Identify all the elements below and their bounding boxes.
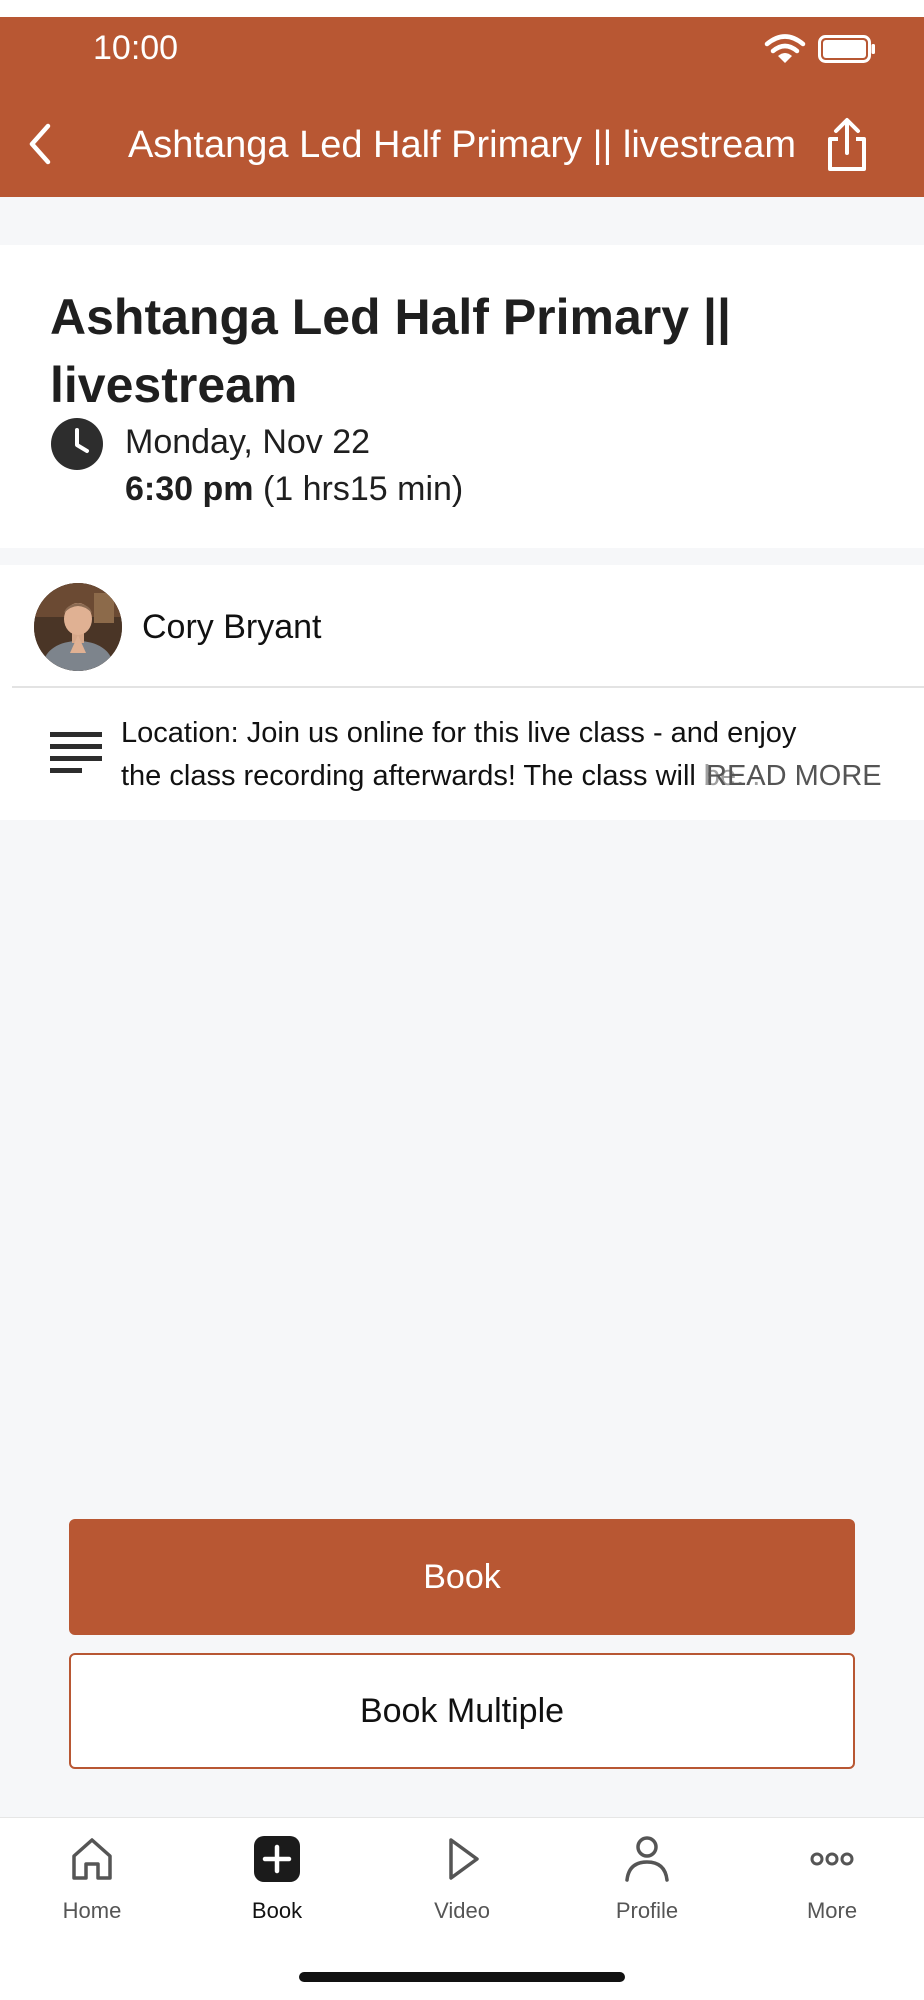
top-strip (0, 0, 924, 17)
text-lines-icon (50, 732, 102, 773)
class-time: 6:30 pm (1 hrs15 min) (125, 470, 463, 509)
clock-icon (51, 418, 103, 470)
instructor-name[interactable]: Cory Bryant (142, 608, 322, 647)
tab-more-label: More (806, 1898, 858, 1923)
home-indicator (299, 1972, 625, 1982)
avatar[interactable] (34, 583, 122, 671)
class-duration: (1 hrs15 min) (262, 470, 464, 508)
plus-square-icon (254, 1836, 300, 1882)
play-icon (449, 1838, 479, 1880)
tab-video-label: Video (434, 1898, 490, 1923)
home-icon (72, 1838, 112, 1880)
read-more-link[interactable]: READ MORE (706, 755, 882, 798)
battery-icon (818, 35, 875, 63)
app-header: 10:00 Ashtanga Led Half Primary || lives… (0, 17, 924, 197)
class-title: Ashtanga Led Half Primary || livestream (50, 289, 731, 413)
class-detail-card: Cory Bryant Location: Join us online for… (0, 565, 924, 820)
tab-home[interactable]: Home (22, 1834, 162, 1944)
status-time: 10:00 (93, 29, 179, 67)
header-title: Ashtanga Led Half Primary || livestream (127, 124, 797, 166)
tab-profile-label: Profile (615, 1898, 679, 1923)
tab-book-label: Book (251, 1898, 303, 1923)
tab-book[interactable]: Book (207, 1834, 347, 1944)
book-multiple-button[interactable]: Book Multiple (69, 1653, 855, 1769)
tab-profile[interactable]: Profile (577, 1834, 717, 1944)
wifi-icon (764, 34, 806, 63)
class-info-card: Ashtanga Led Half Primary || livestream … (0, 245, 924, 548)
class-start-time: 6:30 pm (125, 470, 254, 508)
class-date: Monday, Nov 22 (125, 423, 371, 461)
chevron-left-icon[interactable] (24, 121, 58, 167)
tab-more[interactable]: More (762, 1834, 902, 1944)
more-dots-icon (810, 1852, 854, 1866)
class-detail-screen: 10:00 Ashtanga Led Half Primary || lives… (0, 0, 924, 2000)
divider (12, 686, 924, 688)
share-icon[interactable] (822, 117, 872, 173)
tab-home-label: Home (62, 1898, 122, 1923)
tab-video[interactable]: Video (392, 1834, 532, 1944)
instructor-photo (34, 583, 122, 671)
person-icon (625, 1836, 669, 1882)
book-button[interactable]: Book (69, 1519, 855, 1635)
